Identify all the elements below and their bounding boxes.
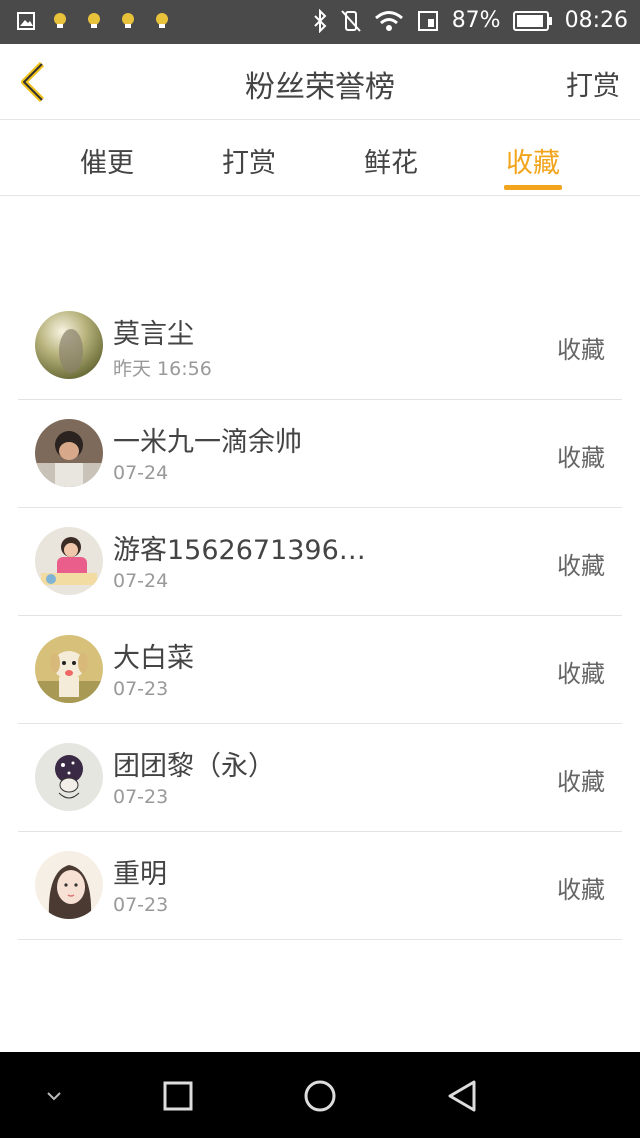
- fan-action: 收藏: [557, 336, 605, 364]
- fan-action: 收藏: [557, 552, 605, 580]
- status-bar: 87% 08:26: [0, 0, 640, 44]
- fan-name: 团团黎（永）: [113, 751, 275, 782]
- list-item[interactable]: 一米九一滴余帅 07-24 收藏: [18, 400, 622, 508]
- avatar: [35, 743, 103, 811]
- fan-name: 大白菜: [113, 643, 194, 674]
- list-item[interactable]: 游客1562671396… 07-24 收藏: [18, 508, 622, 616]
- notification-icons: [16, 10, 172, 32]
- recent-apps-icon[interactable]: [156, 1074, 200, 1118]
- fan-action: 收藏: [557, 444, 605, 472]
- tab-favorites[interactable]: 收藏: [493, 141, 573, 180]
- fan-name: 重明: [113, 859, 167, 890]
- home-icon[interactable]: [298, 1074, 342, 1118]
- fan-list: 莫言尘 昨天 16:56 收藏 一米九一滴余帅 07-24 收藏 游客15626…: [18, 292, 622, 940]
- avatar: [35, 635, 103, 703]
- bulb-notification-icon: [54, 13, 66, 28]
- tab-reward[interactable]: 打赏: [209, 141, 289, 180]
- bulb-notification-icon: [122, 13, 134, 28]
- active-tab-indicator: [504, 185, 562, 190]
- back-icon[interactable]: [440, 1074, 484, 1118]
- avatar: [35, 851, 103, 919]
- avatar: [35, 419, 103, 487]
- fan-date: 07-24: [113, 570, 169, 592]
- fan-date: 07-23: [113, 894, 169, 916]
- fan-name: 一米九一滴余帅: [113, 427, 302, 458]
- page-title: 粉丝荣誉榜: [245, 70, 395, 105]
- fan-date: 昨天 16:56: [113, 358, 212, 380]
- battery-icon: [512, 10, 552, 31]
- tab-urge[interactable]: 催更: [67, 141, 147, 180]
- reward-button[interactable]: 打赏: [566, 64, 620, 103]
- list-item[interactable]: 重明 07-23 收藏: [18, 832, 622, 940]
- fan-date: 07-23: [113, 786, 169, 808]
- fan-name: 莫言尘: [113, 319, 194, 350]
- fan-action: 收藏: [557, 876, 605, 904]
- list-item[interactable]: 莫言尘 昨天 16:56 收藏: [18, 292, 622, 400]
- sim-card-icon: [417, 10, 438, 31]
- list-item[interactable]: 团团黎（永） 07-23 收藏: [18, 724, 622, 832]
- fan-action: 收藏: [557, 768, 605, 796]
- system-status: 87% 08:26: [312, 8, 628, 33]
- avatar: [35, 311, 103, 379]
- tab-flowers[interactable]: 鲜花: [351, 141, 431, 180]
- avatar: [35, 527, 103, 595]
- bulb-notification-icon: [88, 13, 100, 28]
- bluetooth-icon: [313, 8, 327, 33]
- chevron-down-icon[interactable]: [32, 1074, 76, 1118]
- vibrate-icon: [340, 9, 361, 32]
- list-item[interactable]: 大白菜 07-23 收藏: [18, 616, 622, 724]
- wifi-icon: [374, 10, 403, 31]
- fan-name: 游客1562671396…: [113, 535, 366, 566]
- navigation-bar: [0, 1052, 640, 1138]
- fan-date: 07-24: [113, 462, 169, 484]
- fan-action: 收藏: [557, 660, 605, 688]
- bulb-notification-icon: [156, 13, 168, 28]
- fan-date: 07-23: [113, 678, 169, 700]
- gallery-icon: [17, 12, 35, 30]
- clock: 08:26: [564, 8, 628, 33]
- battery-percent: 87%: [451, 8, 501, 33]
- app-header: 粉丝荣誉榜 打赏: [0, 44, 640, 120]
